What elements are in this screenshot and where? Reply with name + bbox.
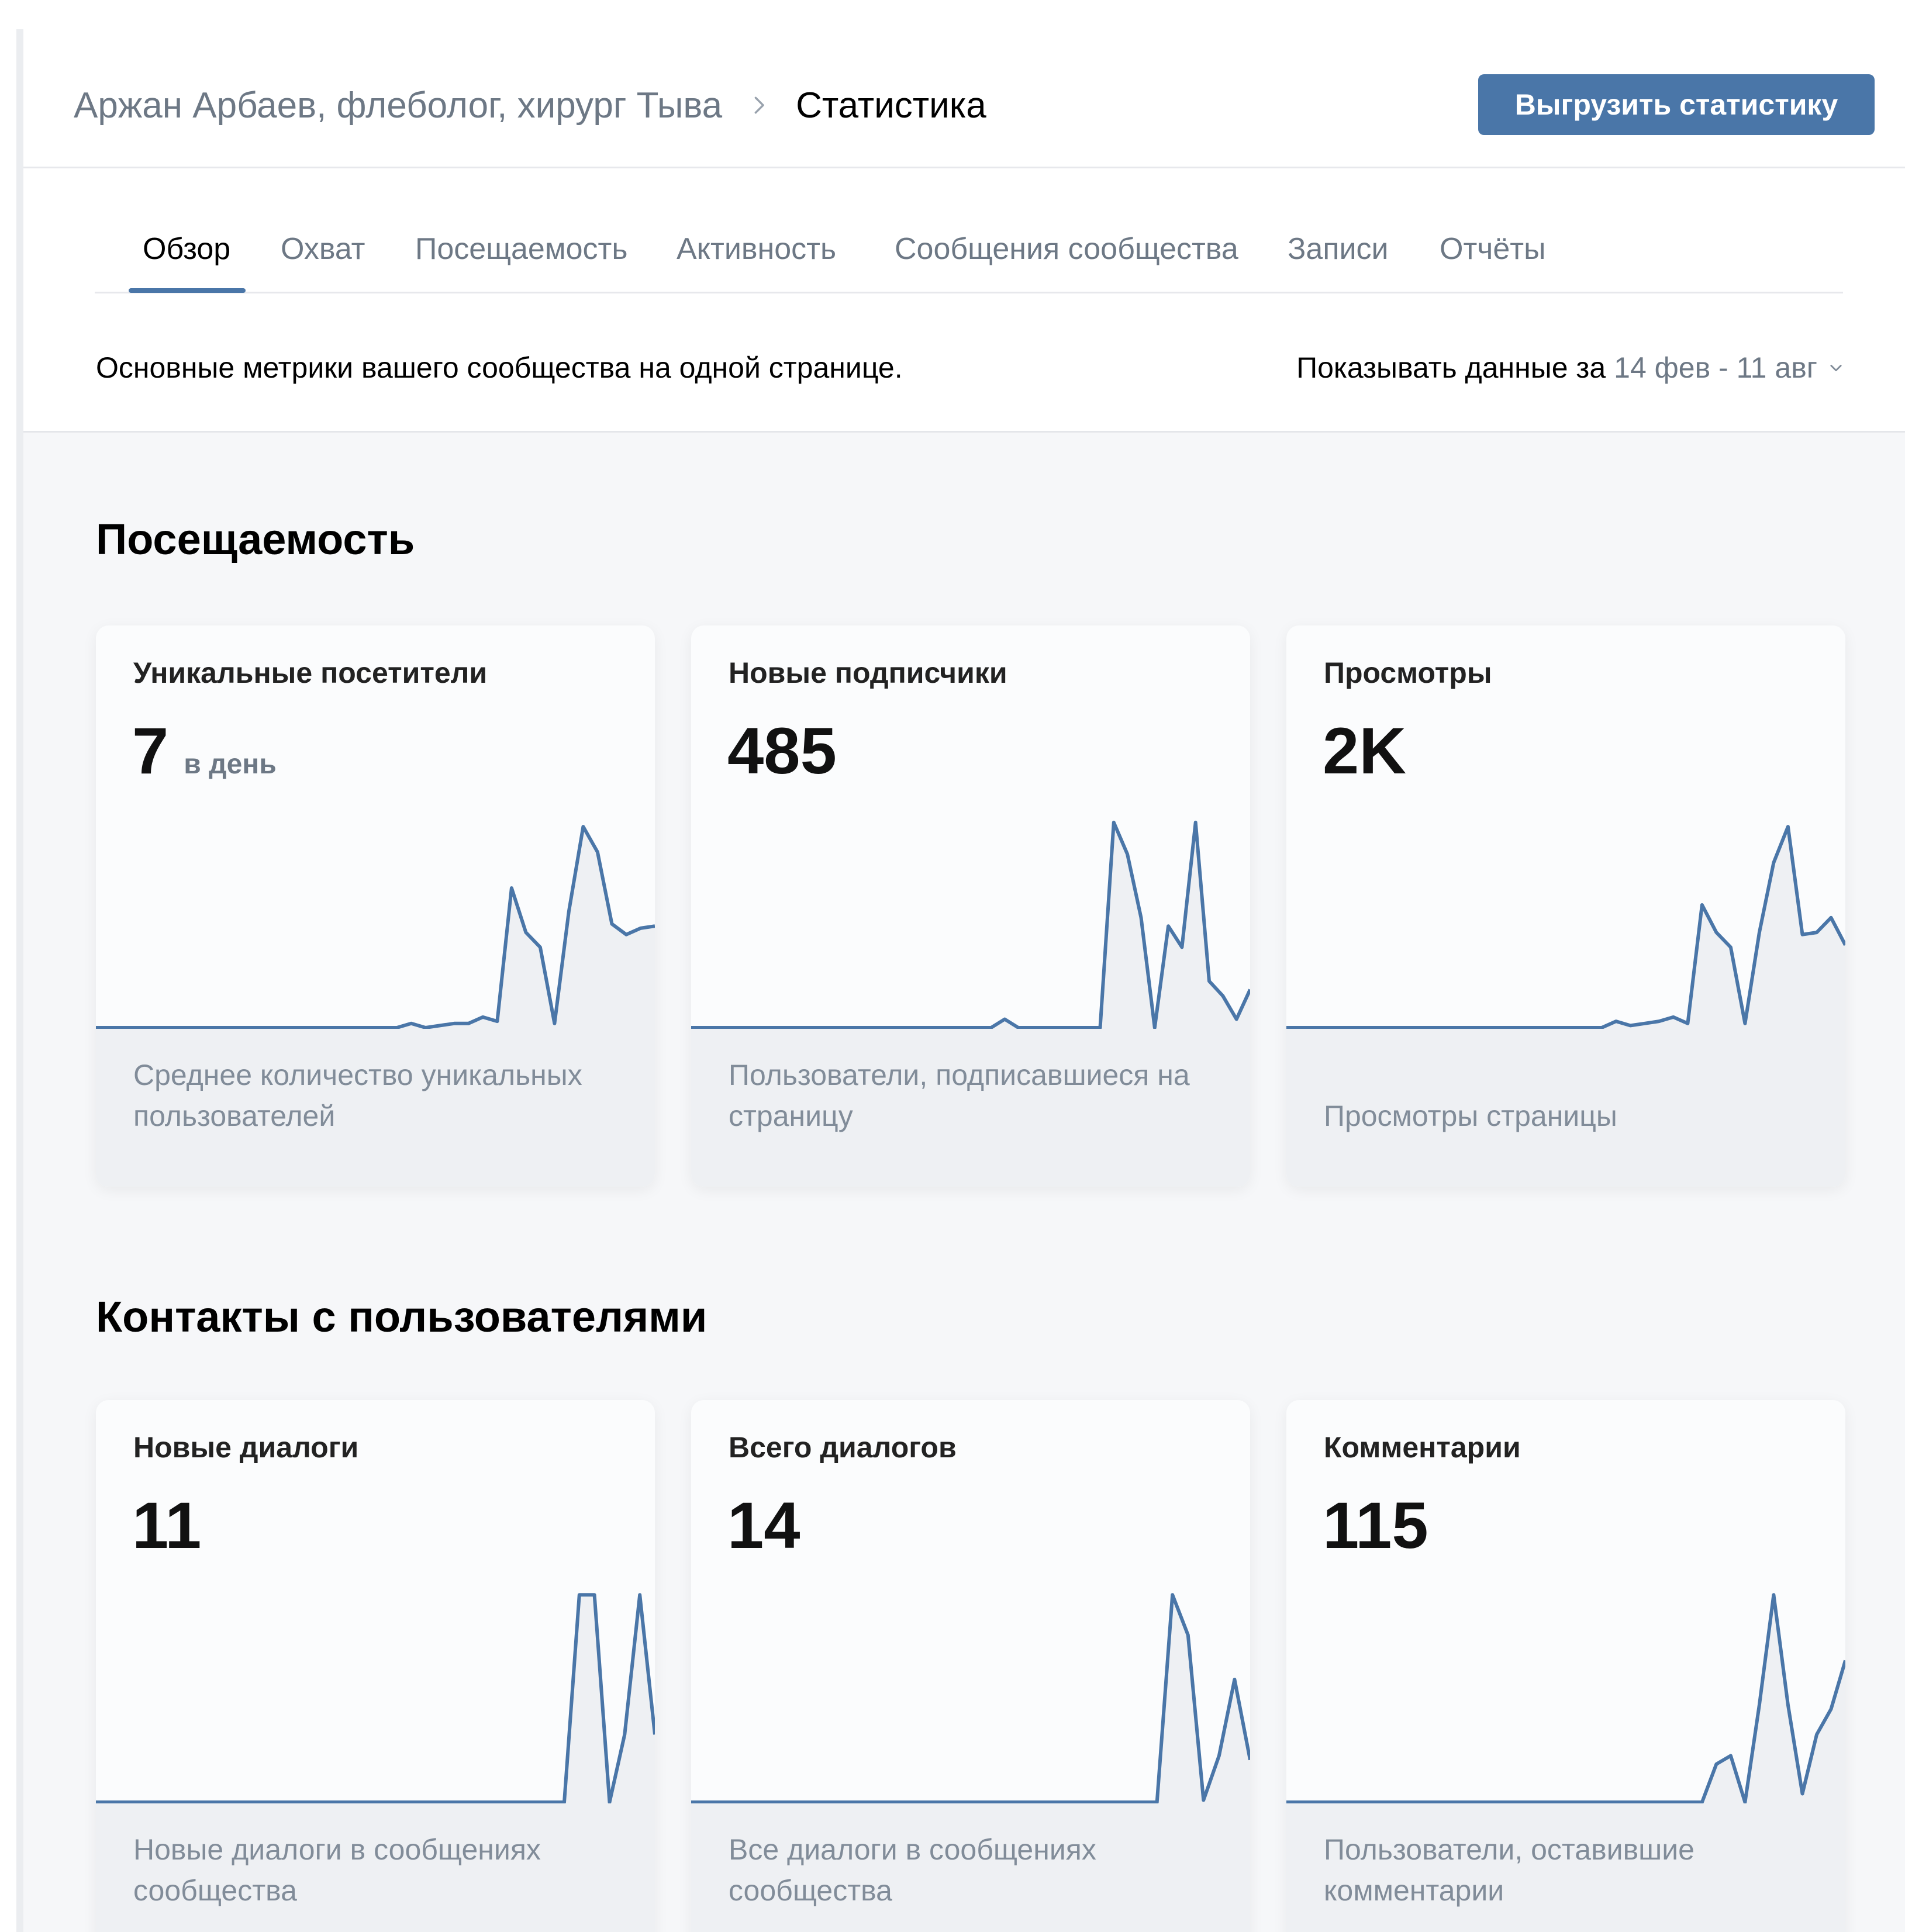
active-tab-indicator bbox=[129, 288, 246, 293]
card-footer: Среднее количество уникальных пользовате… bbox=[96, 1029, 655, 1187]
tab-overview[interactable]: Обзор bbox=[143, 231, 230, 267]
tab-reports[interactable]: Отчёты bbox=[1440, 231, 1545, 267]
tab-reach[interactable]: Охват bbox=[281, 231, 365, 267]
sparkline-chart bbox=[1286, 1593, 1845, 1803]
card-footer: Пользователи, подписавшиеся на страницу bbox=[691, 1029, 1250, 1187]
card-value: 2K bbox=[1323, 713, 1406, 789]
tab-community-messages[interactable]: Сообщения сообщества bbox=[895, 231, 1238, 267]
card-value-number: 11 bbox=[132, 1489, 202, 1562]
metric-card-unique-visitors[interactable]: Уникальные посетители 7 в день Среднее к… bbox=[96, 625, 655, 1187]
tab-attendance[interactable]: Посещаемость bbox=[415, 231, 627, 267]
top-panel: Аржан Арбаев, флеболог, хирург Тыва Стат… bbox=[23, 29, 1905, 433]
sparkline-chart bbox=[96, 825, 655, 1029]
period-value[interactable]: 14 фев - 11 авг bbox=[1614, 351, 1817, 385]
section-title-user-contacts: Контакты с пользователями bbox=[96, 1292, 708, 1341]
metric-card-views[interactable]: Просмотры 2K Просмотры страницы bbox=[1286, 625, 1845, 1187]
metric-card-new-subscribers[interactable]: Новые подписчики 485 Пользователи, подпи… bbox=[691, 625, 1250, 1187]
card-value-number: 2K bbox=[1323, 714, 1407, 787]
card-footer: Все диалоги в сообщениях сообщества bbox=[691, 1803, 1250, 1932]
export-statistics-button[interactable]: Выгрузить статистику bbox=[1478, 74, 1875, 135]
card-title: Комментарии bbox=[1324, 1431, 1521, 1464]
section-title-attendance: Посещаемость bbox=[96, 515, 415, 564]
period-label: Показывать данные за bbox=[1296, 351, 1606, 384]
card-title: Новые диалоги bbox=[133, 1431, 359, 1464]
card-title: Просмотры bbox=[1324, 656, 1492, 689]
card-footer: Просмотры страницы bbox=[1286, 1029, 1845, 1187]
chevron-right-icon bbox=[754, 96, 764, 114]
card-caption: Пользователи, подписавшиеся на страницу bbox=[729, 1059, 1190, 1132]
card-title: Всего диалогов bbox=[729, 1431, 957, 1464]
header: Аржан Арбаев, флеболог, хирург Тыва Стат… bbox=[23, 29, 1905, 168]
breadcrumb: Аржан Арбаев, флеболог, хирург Тыва Стат… bbox=[74, 82, 986, 129]
period-selector[interactable]: Показывать данные за 14 фев - 11 авг bbox=[1296, 351, 1844, 385]
sparkline-area bbox=[96, 827, 655, 1029]
metric-card-total-dialogs[interactable]: Всего диалогов 14 Все диалоги в сообщени… bbox=[691, 1400, 1250, 1932]
card-title: Уникальные посетители bbox=[133, 656, 488, 689]
page-shadow bbox=[16, 29, 23, 1932]
card-value-number: 115 bbox=[1323, 1489, 1428, 1562]
breadcrumb-parent-link[interactable]: Аржан Арбаев, флеболог, хирург Тыва bbox=[74, 85, 722, 126]
card-title: Новые подписчики bbox=[729, 656, 1007, 689]
card-caption: Пользователи, оставившие комментарии bbox=[1324, 1833, 1695, 1907]
breadcrumb-current: Статистика bbox=[796, 85, 986, 126]
page-description: Основные метрики вашего сообщества на од… bbox=[96, 351, 903, 384]
tabs-bar: Обзор Охват Посещаемость Активность Сооб… bbox=[95, 215, 1843, 293]
chevron-down-icon[interactable] bbox=[1828, 360, 1844, 376]
card-footer: Новые диалоги в сообщениях сообщества bbox=[96, 1803, 655, 1932]
sparkline-chart bbox=[691, 1593, 1250, 1803]
card-value: 14 bbox=[727, 1488, 800, 1563]
card-value: 11 bbox=[132, 1488, 201, 1563]
card-value-number: 485 bbox=[727, 714, 837, 787]
sparkline-area bbox=[691, 822, 1250, 1029]
card-value: 115 bbox=[1323, 1488, 1428, 1563]
metric-card-new-dialogs[interactable]: Новые диалоги 11 Новые диалоги в сообщен… bbox=[96, 1400, 655, 1932]
card-value-number: 7 bbox=[132, 714, 169, 787]
card-value-unit: в день bbox=[184, 749, 277, 780]
card-caption: Среднее количество уникальных пользовате… bbox=[133, 1059, 582, 1132]
description-row: Основные метрики вашего сообщества на од… bbox=[96, 345, 1844, 392]
card-caption: Все диалоги в сообщениях сообщества bbox=[729, 1833, 1096, 1907]
statistics-page: Аржан Арбаев, флеболог, хирург Тыва Стат… bbox=[23, 29, 1905, 1932]
card-footer: Пользователи, оставившие комментарии bbox=[1286, 1803, 1845, 1932]
metric-card-comments[interactable]: Комментарии 115 Пользователи, оставившие… bbox=[1286, 1400, 1845, 1932]
tab-activity[interactable]: Активность bbox=[677, 231, 836, 267]
tab-posts[interactable]: Записи bbox=[1288, 231, 1389, 267]
sparkline-chart bbox=[691, 820, 1250, 1029]
card-caption: Новые диалоги в сообщениях сообщества bbox=[133, 1833, 541, 1907]
card-value-number: 14 bbox=[727, 1489, 800, 1562]
sparkline-chart bbox=[1286, 825, 1845, 1029]
sparkline-chart bbox=[96, 1593, 655, 1803]
card-value: 7 в день bbox=[132, 713, 277, 789]
card-caption: Просмотры страницы bbox=[1324, 1100, 1617, 1132]
card-value: 485 bbox=[727, 713, 837, 789]
